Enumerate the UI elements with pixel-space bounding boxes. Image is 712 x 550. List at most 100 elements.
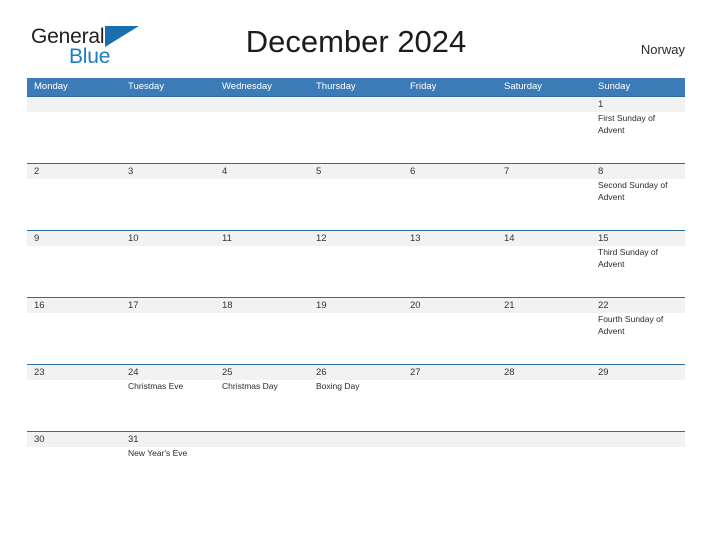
day-cell[interactable]: 28 (497, 365, 591, 431)
day-cell[interactable]: 5 (309, 164, 403, 230)
day-number: 12 (316, 233, 327, 244)
day-cell[interactable]: 31 New Year's Eve (121, 432, 215, 493)
day-number: 1 (598, 99, 604, 110)
day-cell[interactable]: 12 (309, 231, 403, 297)
day-cell[interactable]: 2 (27, 164, 121, 230)
day-cell[interactable]: 27 (403, 365, 497, 431)
day-cell[interactable] (309, 97, 403, 163)
day-number: 20 (410, 300, 421, 311)
day-cell[interactable] (403, 432, 497, 493)
calendar-week-row: 1 First Sunday of Advent (27, 96, 685, 163)
day-cell[interactable]: 22 Fourth Sunday of Advent (591, 298, 685, 364)
weekday-header-row: Monday Tuesday Wednesday Thursday Friday… (27, 78, 685, 96)
day-number: 30 (34, 434, 45, 445)
day-number-band (27, 97, 121, 112)
day-cell[interactable]: 24 Christmas Eve (121, 365, 215, 431)
day-number-band (591, 432, 685, 447)
day-number: 13 (410, 233, 421, 244)
day-number: 2 (34, 166, 40, 177)
calendar-week-row: 16 17 18 19 20 21 22 Fourth Sunday of Ad… (27, 297, 685, 364)
day-events: Christmas Eve (128, 381, 184, 391)
day-cell[interactable] (497, 432, 591, 493)
day-cell[interactable]: 8 Second Sunday of Advent (591, 164, 685, 230)
day-number: 14 (504, 233, 515, 244)
calendar-week-row: 9 10 11 12 13 14 15 Third Sunday of Adve… (27, 230, 685, 297)
day-cell[interactable] (497, 97, 591, 163)
day-cell[interactable] (27, 97, 121, 163)
day-number: 17 (128, 300, 139, 311)
day-number: 23 (34, 367, 45, 378)
calendar-page: General Blue December 2024 Norway Monday… (0, 0, 712, 550)
day-events: Third Sunday of Advent (598, 247, 659, 269)
day-cell[interactable]: 6 (403, 164, 497, 230)
day-cell[interactable]: 11 (215, 231, 309, 297)
day-number: 27 (410, 367, 421, 378)
day-events: Second Sunday of Advent (598, 180, 668, 202)
day-cell[interactable] (403, 97, 497, 163)
day-number-band (497, 97, 591, 112)
day-number: 5 (316, 166, 322, 177)
day-number-band (403, 164, 497, 179)
day-number: 9 (34, 233, 40, 244)
day-number: 28 (504, 367, 515, 378)
day-cell[interactable]: 16 (27, 298, 121, 364)
day-events: First Sunday of Advent (598, 113, 656, 135)
day-cell[interactable]: 20 (403, 298, 497, 364)
day-number-band (121, 164, 215, 179)
day-number: 21 (504, 300, 515, 311)
day-cell[interactable]: 29 (591, 365, 685, 431)
day-number-band (497, 164, 591, 179)
day-cell[interactable]: 1 First Sunday of Advent (591, 97, 685, 163)
day-number: 15 (598, 233, 609, 244)
weekday-header-thursday: Thursday (316, 81, 356, 92)
day-cell[interactable]: 25 Christmas Day (215, 365, 309, 431)
day-cell[interactable]: 26 Boxing Day (309, 365, 403, 431)
day-number-band (403, 97, 497, 112)
day-number: 18 (222, 300, 233, 311)
day-cell[interactable]: 30 (27, 432, 121, 493)
day-number: 8 (598, 166, 604, 177)
day-cell[interactable]: 17 (121, 298, 215, 364)
page-header: General Blue December 2024 Norway (27, 24, 685, 70)
country-label: Norway (640, 42, 685, 57)
day-cell[interactable] (309, 432, 403, 493)
calendar-week-row: 30 31 New Year's Eve (27, 431, 685, 493)
day-cell[interactable]: 7 (497, 164, 591, 230)
day-cell[interactable]: 10 (121, 231, 215, 297)
day-number-band (591, 164, 685, 179)
day-cell[interactable]: 13 (403, 231, 497, 297)
day-number: 4 (222, 166, 228, 177)
day-events: Boxing Day (316, 381, 360, 391)
weekday-header-sunday: Sunday (598, 81, 631, 92)
day-cell[interactable]: 15 Third Sunday of Advent (591, 231, 685, 297)
day-cell[interactable]: 18 (215, 298, 309, 364)
day-cell[interactable]: 9 (27, 231, 121, 297)
day-cell[interactable] (591, 432, 685, 493)
day-number-band (27, 231, 121, 246)
day-cell[interactable]: 14 (497, 231, 591, 297)
day-number-band (309, 164, 403, 179)
day-cell[interactable] (215, 97, 309, 163)
weekday-header-monday: Monday (34, 81, 68, 92)
day-cell[interactable]: 23 (27, 365, 121, 431)
day-number-band (497, 432, 591, 447)
day-events: Fourth Sunday of Advent (598, 314, 664, 336)
day-number: 31 (128, 434, 139, 445)
day-number-band (215, 97, 309, 112)
day-number: 29 (598, 367, 609, 378)
day-number: 3 (128, 166, 134, 177)
day-number-band (403, 432, 497, 447)
day-cell[interactable] (215, 432, 309, 493)
day-number-band (215, 164, 309, 179)
day-cell[interactable]: 21 (497, 298, 591, 364)
day-cell[interactable]: 3 (121, 164, 215, 230)
day-cell[interactable]: 19 (309, 298, 403, 364)
day-events: New Year's Eve (128, 448, 188, 458)
day-number: 11 (222, 233, 232, 244)
day-cell[interactable] (121, 97, 215, 163)
day-number: 6 (410, 166, 416, 177)
day-number-band (591, 97, 685, 112)
weekday-header-tuesday: Tuesday (128, 81, 165, 92)
weekday-header-wednesday: Wednesday (222, 81, 272, 92)
day-cell[interactable]: 4 (215, 164, 309, 230)
